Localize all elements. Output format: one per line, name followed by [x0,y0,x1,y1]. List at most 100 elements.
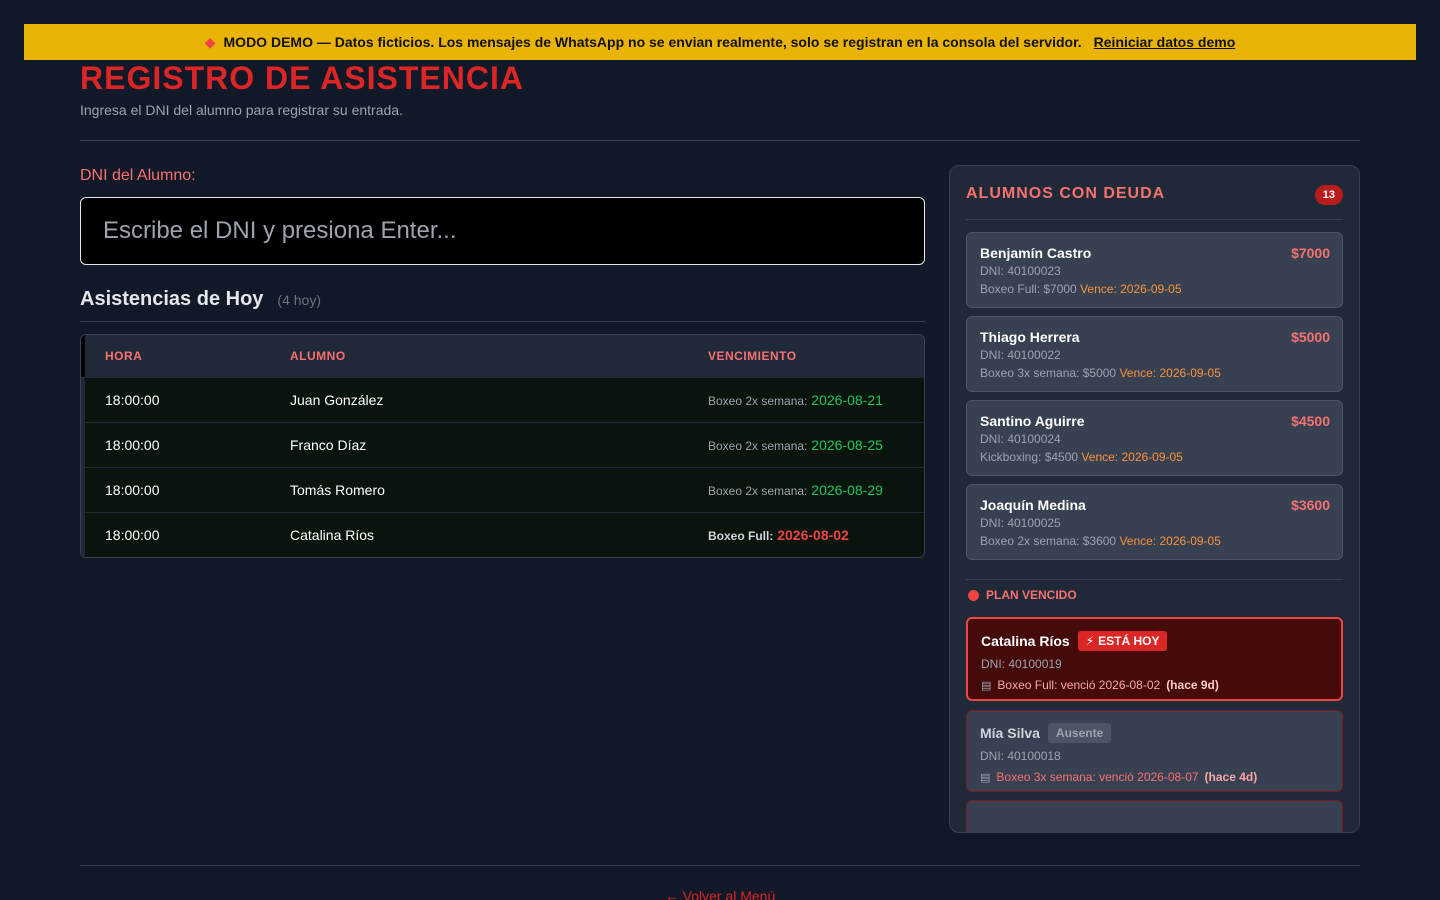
divider [80,865,1360,866]
debt-plan-text: Boxeo 3x semana: $5000 [980,366,1117,380]
debt-plan: Boxeo Full: $7000 Vence: 2026-09-05 [980,282,1329,296]
row-alumno: Franco Díaz [290,437,367,453]
row-vencimiento: Boxeo 2x semana: 2026-08-25 [708,437,924,453]
page-subtitle: Ingresa el DNI del alumno para registrar… [80,102,403,118]
document-icon: ▤ [980,771,991,784]
expired-info: ▤ Boxeo Full: venció 2026-08-02 (hace 9d… [981,678,1328,692]
table-row[interactable]: 18:00:00 Juan González Boxeo 2x semana: … [81,377,924,422]
debt-card[interactable]: Thiago Herrera $5000 DNI: 40100022 Boxeo… [966,316,1343,392]
reset-demo-link[interactable]: Reiniciar datos demo [1094,34,1236,50]
debt-plan-text: Boxeo Full: $7000 [980,282,1077,296]
debt-panel: ALUMNOS CON DEUDA 13 Benjamín Castro $70… [949,165,1360,833]
debt-plan-text: Kickboxing: $4500 [980,450,1079,464]
debt-card[interactable]: Joaquín Medina $3600 DNI: 40100025 Boxeo… [966,484,1343,560]
expired-name: Catalina Ríos [981,633,1070,649]
expired-card-partial[interactable] [966,800,1343,832]
debt-name: Thiago Herrera [980,329,1080,345]
red-dot-icon [968,589,979,601]
attendance-header: Asistencias de Hoy (4 hoy) [80,288,321,311]
expired-info: ▤ Boxeo 3x semana: venció 2026-08-07 (ha… [980,770,1329,784]
debt-amount: $4500 [1291,413,1330,429]
row-hora: 18:00:00 [105,527,160,543]
debt-dni: DNI: 40100024 [980,432,1061,446]
document-icon: ▤ [981,679,992,692]
expired-section-title: PLAN VENCIDO [968,588,1077,602]
diamond-icon: ◆ [204,33,216,50]
lightning-icon: ⚡ [1085,634,1095,648]
row-plan: Boxeo 2x semana: [708,484,808,498]
debt-vence: Vence: 2026-09-05 [1119,366,1221,380]
attendance-table: HORA ALUMNO VENCIMIENTO 18:00:00 Juan Go… [80,334,925,558]
row-hora: 18:00:00 [105,437,160,453]
expired-dni: DNI: 40100018 [980,749,1061,763]
debt-name: Benjamín Castro [980,245,1092,261]
column-hora: HORA [105,349,143,363]
debt-count-badge: 13 [1314,185,1343,205]
divider [966,219,1343,220]
debt-plan: Boxeo 3x semana: $5000 Vence: 2026-09-05 [980,366,1329,380]
table-row[interactable]: 18:00:00 Catalina Ríos Boxeo Full: 2026-… [81,512,924,557]
demo-banner: ◆ MODO DEMO — Datos ficticios. Los mensa… [24,24,1416,60]
divider [80,321,925,322]
debt-dni: DNI: 40100023 [980,264,1061,278]
expired-name-row: Catalina Ríos ⚡ ESTÁ HOY [981,631,1328,651]
debt-name: Santino Aguirre [980,413,1085,429]
row-fecha: 2026-08-21 [811,392,883,408]
absent-badge: Ausente [1047,723,1112,743]
expired-card[interactable]: Catalina Ríos ⚡ ESTÁ HOY DNI: 40100019 ▤… [966,617,1343,701]
attendance-title: Asistencias de Hoy [80,288,264,310]
debt-amount: $7000 [1291,245,1330,261]
debt-card[interactable]: Santino Aguirre $4500 DNI: 40100024 Kick… [966,400,1343,476]
row-plan: Boxeo 2x semana: [708,394,808,408]
row-vencimiento: Boxeo 2x semana: 2026-08-29 [708,482,924,498]
debt-vence: Vence: 2026-09-05 [1081,450,1183,464]
dni-label: DNI del Alumno: [80,167,196,184]
table-row[interactable]: 18:00:00 Franco Díaz Boxeo 2x semana: 20… [81,422,924,467]
row-plan: Boxeo Full: [708,529,774,543]
debt-plan: Boxeo 2x semana: $3600 Vence: 2026-09-05 [980,534,1329,548]
debt-plan-text: Boxeo 2x semana: $3600 [980,534,1117,548]
debt-name: Joaquín Medina [980,497,1086,513]
expired-info-text: Boxeo Full: venció 2026-08-02 [997,678,1161,692]
expired-ago: (hace 9d) [1166,678,1219,692]
debt-dni: DNI: 40100025 [980,516,1061,530]
back-to-menu-link[interactable]: ← Volver al Menú [0,888,1440,900]
debt-card[interactable]: Benjamín Castro $7000 DNI: 40100023 Boxe… [966,232,1343,308]
debt-amount: $3600 [1291,497,1330,513]
demo-banner-text: MODO DEMO — Datos ficticios. Los mensaje… [223,34,1082,50]
row-hora: 18:00:00 [105,392,160,408]
row-alumno: Catalina Ríos [290,527,375,543]
row-fecha: 2026-08-02 [777,527,849,543]
table-header: HORA ALUMNO VENCIMIENTO [81,335,924,377]
column-alumno: ALUMNO [290,349,346,363]
debt-vence: Vence: 2026-09-05 [1119,534,1221,548]
row-fecha: 2026-08-25 [811,437,883,453]
page-title: REGISTRO DE ASISTENCIA [80,60,524,96]
attendance-count: (4 hoy) [277,292,321,308]
divider [80,140,1360,141]
debt-dni: DNI: 40100022 [980,348,1061,362]
expired-name-row: Mía Silva Ausente [980,723,1329,743]
row-vencimiento: Boxeo 2x semana: 2026-08-21 [708,392,924,408]
debt-vence: Vence: 2026-09-05 [1080,282,1182,296]
row-alumno: Juan González [290,392,384,408]
expired-info-text: Boxeo 3x semana: venció 2026-08-07 [996,770,1199,784]
row-alumno: Tomás Romero [290,482,385,498]
expired-name: Mía Silva [980,725,1040,741]
row-fecha: 2026-08-29 [811,482,883,498]
expired-title: PLAN VENCIDO [986,588,1077,602]
row-vencimiento: Boxeo Full: 2026-08-02 [708,527,924,543]
present-today-badge: ⚡ ESTÁ HOY [1077,631,1168,651]
row-plan: Boxeo 2x semana: [708,439,808,453]
table-row[interactable]: 18:00:00 Tomás Romero Boxeo 2x semana: 2… [81,467,924,512]
debt-title: ALUMNOS CON DEUDA [966,185,1166,202]
expired-card[interactable]: Mía Silva Ausente DNI: 40100018 ▤ Boxeo … [966,710,1343,792]
expired-ago: (hace 4d) [1204,770,1258,784]
expired-dni: DNI: 40100019 [981,657,1062,671]
debt-amount: $5000 [1291,329,1330,345]
column-vencimiento: VENCIMIENTO [708,349,797,363]
debt-plan: Kickboxing: $4500 Vence: 2026-09-05 [980,450,1329,464]
dni-input[interactable] [80,197,925,265]
divider [966,579,1343,580]
row-hora: 18:00:00 [105,482,160,498]
